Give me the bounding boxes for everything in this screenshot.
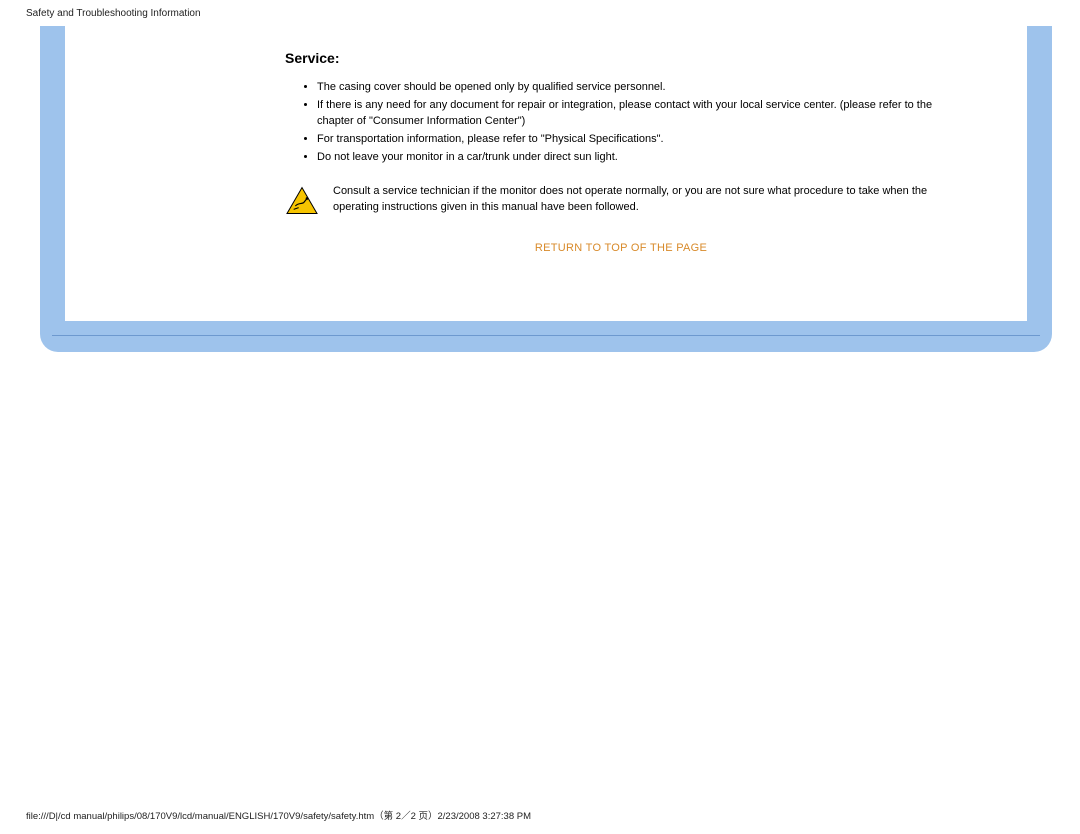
service-heading: Service: [285, 50, 957, 66]
warning-icon: [285, 186, 319, 216]
page-header-title: Safety and Troubleshooting Information: [26, 8, 201, 19]
content-inner: Service The casing cover should be opene…: [285, 50, 957, 254]
page-footer-path: file:///D|/cd manual/philips/08/170V9/lc…: [26, 808, 531, 822]
service-list-item: If there is any need for any document fo…: [317, 98, 957, 130]
service-note-text: Consult a service technician if the moni…: [333, 184, 957, 216]
content-panel-bg: Service The casing cover should be opene…: [40, 26, 1052, 352]
content-panel: Service The casing cover should be opene…: [65, 26, 1027, 321]
service-note-row: Consult a service technician if the moni…: [285, 184, 957, 216]
service-list-item: For transportation information, please r…: [317, 132, 957, 148]
service-list-item: The casing cover should be opened only b…: [317, 80, 957, 96]
service-list-item: Do not leave your monitor in a car/trunk…: [317, 150, 957, 166]
service-list: The casing cover should be opened only b…: [285, 80, 957, 166]
return-to-top-link[interactable]: RETURN TO TOP OF THE PAGE: [285, 242, 957, 254]
divider-line: [52, 335, 1040, 336]
